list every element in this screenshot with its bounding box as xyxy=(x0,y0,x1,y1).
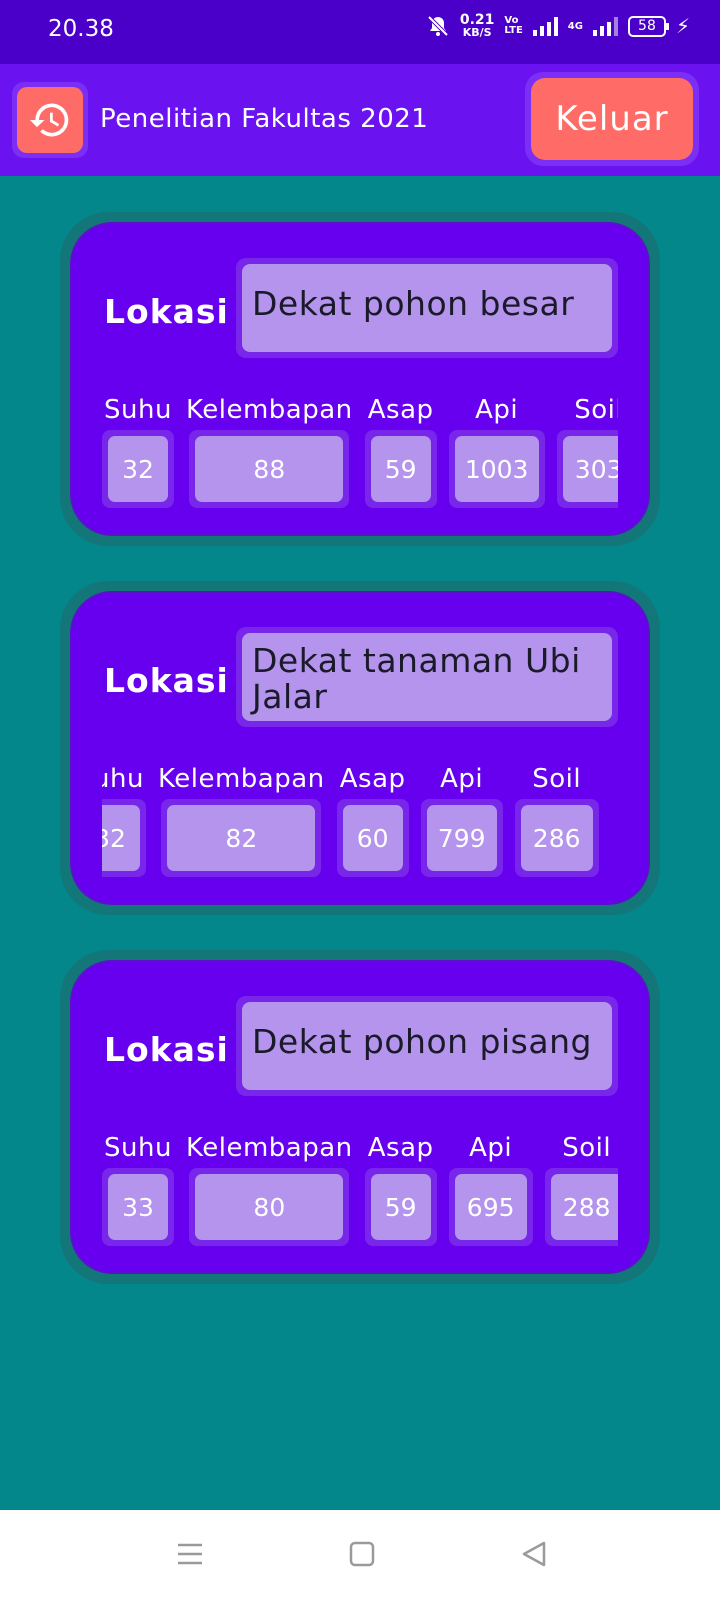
location-label: Lokasi : xyxy=(104,292,256,331)
location-field[interactable]: Dekat pohon besar xyxy=(242,264,612,352)
metric-value: 288 xyxy=(550,1174,618,1240)
location-label: Lokasi : xyxy=(104,661,256,700)
metric-asap: Asap 60 xyxy=(336,761,409,877)
sensor-card: Lokasi : Dekat tanaman Ubi Jalar Suhu 32… xyxy=(60,581,660,915)
metric-value: 82 xyxy=(167,805,316,871)
app-bar: Penelitian Fakultas 2021 Keluar xyxy=(0,64,720,176)
mute-bell-icon xyxy=(427,15,449,37)
network-speed: 0.21 KB/S xyxy=(459,12,495,39)
metric-value: 59 xyxy=(370,1174,431,1240)
metric-value: 32 xyxy=(108,436,168,502)
sensor-card: Lokasi : Dekat pohon besar Suhu 32 Kelem… xyxy=(60,212,660,546)
metric-suhu: Suhu 33 xyxy=(102,1130,174,1246)
logout-button[interactable]: Keluar xyxy=(531,78,693,160)
metric-label: Kelembapan xyxy=(158,764,325,794)
metric-api: Api 1003 xyxy=(448,392,545,508)
metrics-scroll[interactable]: Suhu 32 Kelembapan 88 Asap 59 Api 1003 S… xyxy=(102,392,618,512)
location-field-frame: Dekat pohon besar xyxy=(236,258,618,358)
battery-icon: 58 xyxy=(627,15,669,37)
network-type: 4G xyxy=(567,20,583,32)
back-icon[interactable] xyxy=(520,1540,548,1568)
metric-kelembapan: Kelembapan 80 xyxy=(186,1130,353,1246)
metric-label: Api xyxy=(475,395,519,425)
location-field-frame: Dekat tanaman Ubi Jalar xyxy=(236,627,618,727)
sensor-card-body: Lokasi : Dekat pohon besar Suhu 32 Kelem… xyxy=(70,222,650,536)
metric-asap: Asap 59 xyxy=(364,392,437,508)
charging-icon: ⚡ xyxy=(675,14,690,38)
app-title: Penelitian Fakultas 2021 xyxy=(100,104,429,134)
location-label: Lokasi : xyxy=(104,1030,256,1069)
volte-icon: Vo LTE xyxy=(504,15,523,36)
metric-label: Suhu xyxy=(104,1133,172,1163)
metric-api: Api 695 xyxy=(448,1130,533,1246)
metric-value: 88 xyxy=(195,436,344,502)
metric-value: 80 xyxy=(195,1174,344,1240)
metric-value: 59 xyxy=(370,436,431,502)
metric-soil: Soil 288 xyxy=(544,1130,618,1246)
metric-value: 799 xyxy=(426,805,497,871)
history-icon xyxy=(29,103,69,137)
home-icon[interactable] xyxy=(348,1540,376,1568)
status-icons: 0.21 KB/S Vo LTE 4G 58 ⚡ xyxy=(426,12,690,39)
metric-label: Kelembapan xyxy=(186,395,353,425)
signal-icon xyxy=(532,16,558,36)
metric-label: Soil xyxy=(562,1133,612,1163)
metric-label: Soil xyxy=(574,395,618,425)
metrics-scroll[interactable]: Suhu 32 Kelembapan 82 Asap 60 Api 799 So… xyxy=(102,761,618,881)
metric-label: Soil xyxy=(532,764,582,794)
metric-suhu: Suhu 32 xyxy=(102,392,174,508)
sensor-card: Lokasi : Dekat pohon pisang Suhu 33 Kele… xyxy=(60,950,660,1284)
history-button-frame xyxy=(12,82,88,158)
metric-label: Suhu xyxy=(104,395,172,425)
menu-icon[interactable] xyxy=(176,1540,204,1568)
metric-soil: Soil 303 xyxy=(556,392,618,508)
metric-suhu: Suhu 32 xyxy=(102,761,146,877)
metric-kelembapan: Kelembapan 88 xyxy=(186,392,353,508)
location-field-frame: Dekat pohon pisang xyxy=(236,996,618,1096)
sensor-card-body: Lokasi : Dekat pohon pisang Suhu 33 Kele… xyxy=(70,960,650,1274)
metrics-scroll[interactable]: Suhu 33 Kelembapan 80 Asap 59 Api 695 So… xyxy=(102,1130,618,1250)
logout-button-frame: Keluar xyxy=(525,72,699,166)
metric-value: 32 xyxy=(102,805,140,871)
metric-api: Api 799 xyxy=(420,761,503,877)
metric-label: Suhu xyxy=(102,764,144,794)
location-field[interactable]: Dekat tanaman Ubi Jalar xyxy=(242,633,612,721)
metric-soil: Soil 286 xyxy=(514,761,599,877)
history-button[interactable] xyxy=(17,87,83,153)
metric-label: Asap xyxy=(339,764,406,794)
metric-asap: Asap 59 xyxy=(364,1130,437,1246)
metric-value: 303 xyxy=(562,436,618,502)
system-nav-bar xyxy=(0,1510,720,1600)
metric-value: 60 xyxy=(342,805,403,871)
metric-label: Api xyxy=(440,764,484,794)
metric-value: 286 xyxy=(520,805,593,871)
status-bar: 20.38 0.21 KB/S Vo LTE 4G 58 ⚡ xyxy=(0,0,720,64)
metric-label: Asap xyxy=(367,1133,434,1163)
metric-value: 695 xyxy=(454,1174,527,1240)
metric-value: 1003 xyxy=(454,436,539,502)
metric-label: Api xyxy=(469,1133,513,1163)
location-field[interactable]: Dekat pohon pisang xyxy=(242,1002,612,1090)
signal-2-icon xyxy=(592,16,618,36)
metric-value: 33 xyxy=(108,1174,168,1240)
metric-kelembapan: Kelembapan 82 xyxy=(158,761,325,877)
metric-label: Asap xyxy=(367,395,434,425)
status-time: 20.38 xyxy=(48,16,114,42)
metric-label: Kelembapan xyxy=(186,1133,353,1163)
sensor-card-body: Lokasi : Dekat tanaman Ubi Jalar Suhu 32… xyxy=(70,591,650,905)
